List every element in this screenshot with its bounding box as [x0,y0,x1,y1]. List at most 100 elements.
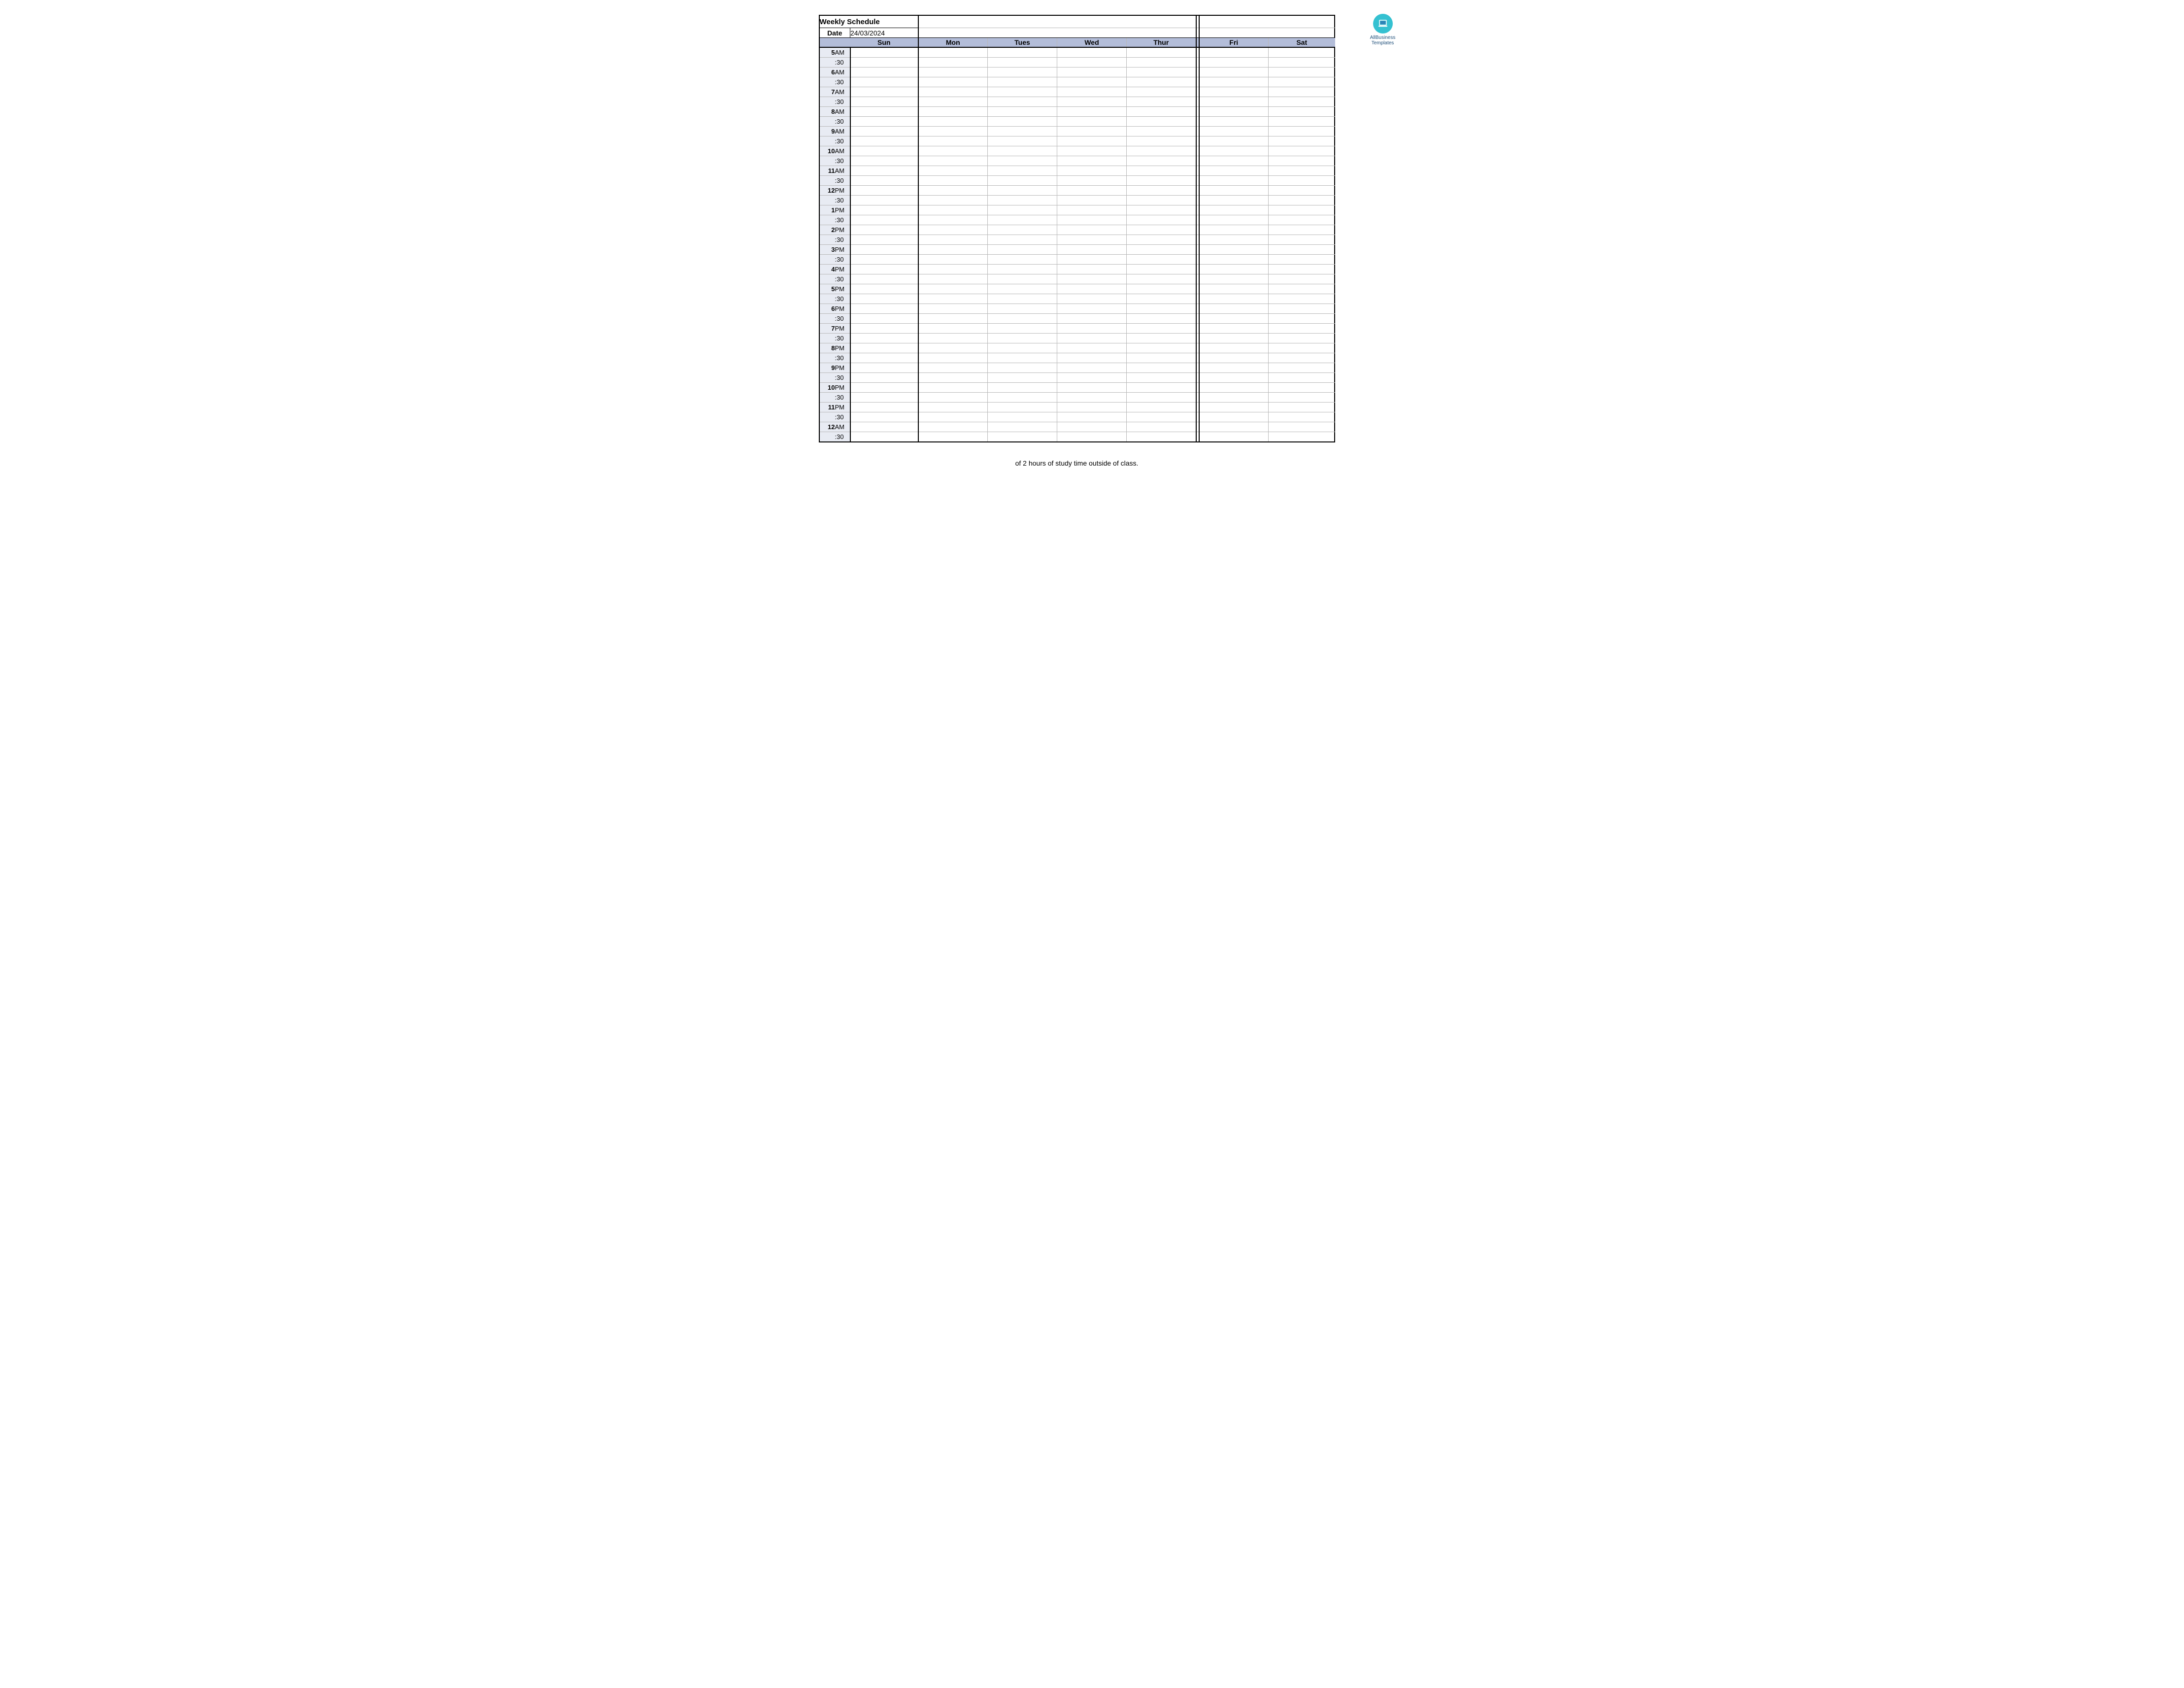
slot-cell [850,343,918,353]
slot-cell [1057,255,1127,265]
slot-cell [1127,166,1196,176]
slot-cell [918,235,988,245]
slot-cell [1057,176,1127,186]
slot-cell [1269,205,1335,215]
time-minute: :30 [835,274,850,284]
slot-cell [1127,255,1196,265]
time-hour [820,215,835,225]
slot-cell [1127,225,1196,235]
slot-cell [1199,146,1269,156]
date-row-blank-left [918,28,1196,38]
slot-cell [988,87,1057,97]
brand-name-line2: Templates [1366,40,1400,46]
slot-cell [1199,97,1269,107]
slot-cell [988,353,1057,363]
time-hour [820,136,835,146]
slot-cell [1057,304,1127,314]
slot-cell [1057,324,1127,334]
slot-cell [918,432,988,442]
slot-cell [1127,117,1196,127]
slot-cell [1057,363,1127,373]
slot-cell [1057,146,1127,156]
slot-cell [918,87,988,97]
time-minute: PM [835,324,850,334]
time-minute: :30 [835,117,850,127]
slot-cell [850,215,918,225]
slot-cell [1057,353,1127,363]
slot-cell [1199,68,1269,77]
slot-cell [1269,363,1335,373]
slot-cell [1269,68,1335,77]
slot-cell [850,255,918,265]
weekly-schedule-table: Weekly Schedule Date 24/03/2024 Sun Mon … [819,15,1335,442]
slot-cell [1269,343,1335,353]
slot-cell [988,363,1057,373]
time-hour [820,117,835,127]
time-minute: PM [835,383,850,393]
slot-cell [850,393,918,403]
slot-cell [850,117,918,127]
slot-cell [850,363,918,373]
slot-cell [850,422,918,432]
slot-cell [1127,235,1196,245]
slot-cell [1269,353,1335,363]
slot-cell [850,383,918,393]
time-minute: AM [835,47,850,58]
slot-cell [988,77,1057,87]
slot-cell [1127,353,1196,363]
day-header-mon: Mon [918,38,988,48]
slot-cell [1127,284,1196,294]
time-minute: PM [835,403,850,412]
time-minute: PM [835,225,850,235]
slot-cell [1269,255,1335,265]
slot-cell [988,274,1057,284]
slot-cell [918,146,988,156]
time-minute: AM [835,68,850,77]
slot-cell [1127,422,1196,432]
slot-cell [918,77,988,87]
slot-cell [1199,274,1269,284]
slot-cell [1127,77,1196,87]
slot-cell [918,97,988,107]
slot-cell [988,314,1057,324]
slot-cell [1269,383,1335,393]
time-minute: :30 [835,235,850,245]
slot-cell [850,47,918,58]
time-minute: PM [835,265,850,274]
slot-cell [918,353,988,363]
slot-cell [1269,146,1335,156]
slot-cell [1127,324,1196,334]
time-hour [820,314,835,324]
slot-cell [850,235,918,245]
time-minute: :30 [835,393,850,403]
slot-cell [850,107,918,117]
slot-cell [850,304,918,314]
time-minute: PM [835,205,850,215]
slot-cell [988,422,1057,432]
slot-cell [1269,156,1335,166]
time-minute: :30 [835,176,850,186]
slot-cell [850,284,918,294]
slot-cell [1057,265,1127,274]
slot-cell [1269,47,1335,58]
slot-cell [850,412,918,422]
slot-cell [1269,77,1335,87]
slot-cell [1269,284,1335,294]
slot-cell [1057,334,1127,343]
slot-cell [1057,97,1127,107]
slot-cell [918,422,988,432]
slot-cell [988,186,1057,196]
slot-cell [850,353,918,363]
slot-cell [1127,215,1196,225]
slot-cell [988,166,1057,176]
time-hour [820,196,835,205]
slot-cell [988,68,1057,77]
brand-name-line1: AllBusiness [1366,35,1400,40]
slot-cell [918,343,988,353]
slot-cell [1199,47,1269,58]
slot-cell [1057,196,1127,205]
time-hour: 9 [820,363,835,373]
slot-cell [1269,294,1335,304]
day-header-sat: Sat [1269,38,1335,48]
slot-cell [1199,235,1269,245]
